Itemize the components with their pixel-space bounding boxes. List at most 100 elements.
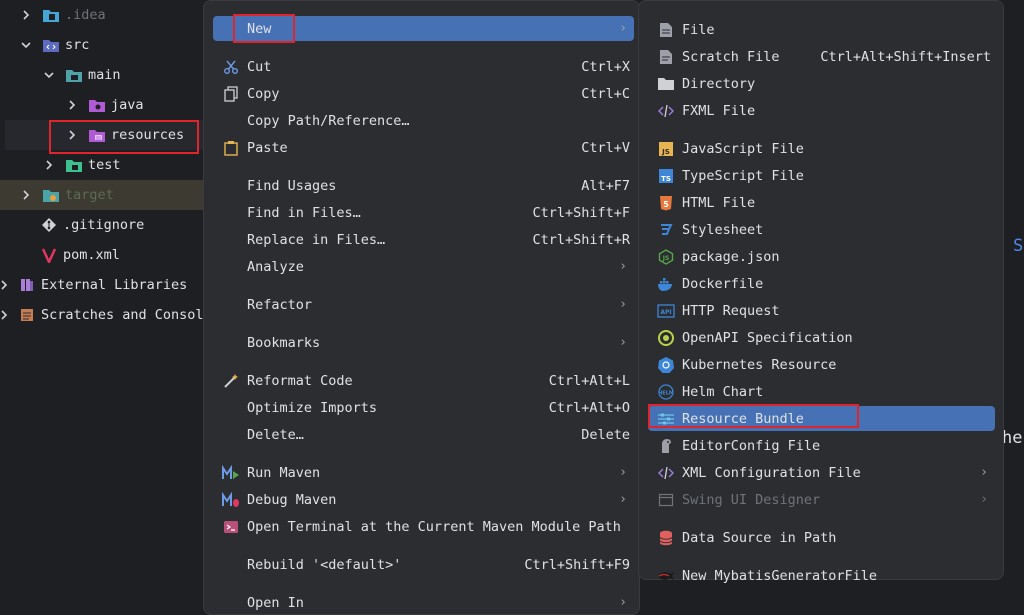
chevron-right-icon: ›: [619, 335, 627, 350]
menu-item-rebuild[interactable]: Rebuild '<default>' Ctrl+Shift+F9: [213, 552, 634, 577]
menu-item-analyze[interactable]: Analyze ›: [213, 254, 634, 279]
chevron-down-icon[interactable]: [18, 37, 34, 53]
chevron-right-icon[interactable]: [41, 157, 57, 173]
submenu-item-data-source[interactable]: Data Source in Path: [648, 525, 995, 550]
menu-item-optimize-imports[interactable]: Optimize Imports Ctrl+Alt+O: [213, 395, 634, 420]
scratches-icon: [18, 307, 36, 323]
menu-item-label: Resource Bundle: [682, 410, 804, 427]
menu-item-label: Open Terminal at the Current Maven Modul…: [247, 518, 621, 535]
submenu-item-mybatis[interactable]: New MybatisGeneratorFile: [648, 563, 995, 588]
submenu-item-stylesheet[interactable]: Stylesheet: [648, 217, 995, 242]
submenu-item-scratch-file[interactable]: Scratch File Ctrl+Alt+Shift+Insert: [648, 44, 995, 69]
folder-module-icon: [65, 67, 83, 83]
menu-item-copy[interactable]: Copy Ctrl+C: [213, 81, 634, 106]
menu-item-label: TypeScript File: [682, 167, 804, 184]
menu-item-new[interactable]: New ›: [213, 16, 634, 41]
tree-item-idea[interactable]: .idea: [0, 0, 205, 30]
openapi-icon: [654, 328, 678, 348]
submenu-item-fxml[interactable]: FXML File: [648, 98, 995, 123]
chevron-right-icon: ›: [619, 595, 627, 610]
chevron-right-icon: ›: [619, 21, 627, 36]
tree-item-label: .idea: [65, 7, 106, 23]
chevron-right-icon[interactable]: [0, 277, 12, 293]
menu-item-label: Directory: [682, 75, 756, 92]
submenu-item-package-json[interactable]: JS package.json: [648, 244, 995, 269]
tree-item-pom[interactable]: pom.xml: [0, 240, 205, 270]
blank-icon: [219, 111, 243, 131]
chevron-right-icon[interactable]: [18, 7, 34, 23]
menu-item-find-in-files[interactable]: Find in Files… Ctrl+Shift+F: [213, 200, 634, 225]
tree-item-label: .gitignore: [63, 217, 145, 233]
svg-text:HELM: HELM: [658, 390, 674, 396]
tree-item-java[interactable]: java: [0, 90, 205, 120]
shortcut-label: Ctrl+C: [581, 85, 630, 102]
blank-icon: [219, 333, 243, 353]
menu-item-copy-path[interactable]: Copy Path/Reference…: [213, 108, 634, 133]
blank-icon: [219, 203, 243, 223]
tree-item-external-libraries[interactable]: External Libraries: [0, 270, 205, 300]
chevron-right-icon[interactable]: [64, 97, 80, 113]
menu-item-reformat[interactable]: Reformat Code Ctrl+Alt+L: [213, 368, 634, 393]
tree-item-test[interactable]: test: [0, 150, 205, 180]
submenu-item-javascript[interactable]: JS JavaScript File: [648, 136, 995, 161]
api-icon: API: [654, 301, 678, 321]
menu-item-label: Copy: [247, 85, 280, 102]
tree-item-src[interactable]: src: [0, 30, 205, 60]
menu-item-label: Analyze: [247, 258, 304, 275]
database-icon: [654, 528, 678, 548]
submenu-item-xml-config[interactable]: XML Configuration File ›: [648, 460, 995, 485]
submenu-item-http-request[interactable]: API HTTP Request: [648, 298, 995, 323]
chevron-down-icon[interactable]: [41, 67, 57, 83]
menu-item-label: HTML File: [682, 194, 756, 211]
menu-item-label: Data Source in Path: [682, 529, 837, 546]
submenu-item-dockerfile[interactable]: Dockerfile: [648, 271, 995, 296]
terminal-icon: [219, 517, 243, 537]
nodejs-icon: JS: [654, 247, 678, 267]
menu-item-label: package.json: [682, 248, 780, 265]
submenu-item-swing-ui-designer[interactable]: Swing UI Designer ›: [648, 487, 995, 512]
menu-item-refactor[interactable]: Refactor ›: [213, 292, 634, 317]
maven-run-icon: [219, 463, 243, 483]
chevron-right-icon[interactable]: [0, 307, 12, 323]
chevron-right-icon[interactable]: [64, 127, 80, 143]
chevron-right-icon[interactable]: [18, 187, 34, 203]
submenu-item-typescript[interactable]: TS TypeScript File: [648, 163, 995, 188]
submenu-item-directory[interactable]: Directory: [648, 71, 995, 96]
submenu-item-resource-bundle[interactable]: Resource Bundle: [648, 406, 995, 431]
submenu-item-kubernetes[interactable]: Kubernetes Resource: [648, 352, 995, 377]
submenu-item-editorconfig[interactable]: EditorConfig File: [648, 433, 995, 458]
folder-idea-icon: [42, 7, 60, 23]
menu-item-open-in[interactable]: Open In ›: [213, 590, 634, 615]
css-icon: [654, 220, 678, 240]
menu-item-label: Run Maven: [247, 464, 321, 481]
project-tree: .idea src main java resources test targe…: [0, 0, 205, 607]
submenu-item-file[interactable]: File: [648, 17, 995, 42]
tree-item-target[interactable]: target: [0, 180, 205, 210]
svg-text:TS: TS: [661, 175, 671, 183]
tree-item-scratches[interactable]: Scratches and Consol: [0, 300, 205, 330]
shortcut-label: Ctrl+Alt+O: [548, 399, 630, 416]
menu-item-cut[interactable]: Cut Ctrl+X: [213, 54, 634, 79]
menu-item-label: Kubernetes Resource: [682, 356, 837, 373]
tree-item-gitignore[interactable]: .gitignore: [0, 210, 205, 240]
submenu-item-helm-chart[interactable]: HELM Helm Chart: [648, 379, 995, 404]
menu-item-delete[interactable]: Delete… Delete: [213, 422, 634, 447]
menu-item-debug-maven[interactable]: Debug Maven ›: [213, 487, 634, 512]
menu-item-label: Helm Chart: [682, 383, 764, 400]
tree-item-main[interactable]: main: [0, 60, 205, 90]
tree-item-resources[interactable]: resources: [5, 120, 205, 150]
submenu-item-openapi[interactable]: OpenAPI Specification: [648, 325, 995, 350]
kubernetes-icon: [654, 355, 678, 375]
shortcut-label: Ctrl+V: [581, 139, 630, 156]
menu-item-label: Replace in Files…: [247, 231, 386, 248]
menu-item-bookmarks[interactable]: Bookmarks ›: [213, 330, 634, 355]
menu-item-open-terminal[interactable]: Open Terminal at the Current Maven Modul…: [213, 514, 634, 539]
mybatis-bird-icon: [654, 566, 678, 586]
folder-src-icon: [42, 37, 60, 53]
submenu-item-html[interactable]: 5 HTML File: [648, 190, 995, 215]
menu-item-replace-in-files[interactable]: Replace in Files… Ctrl+Shift+R: [213, 227, 634, 252]
menu-item-label: Paste: [247, 139, 288, 156]
menu-item-paste[interactable]: Paste Ctrl+V: [213, 135, 634, 160]
menu-item-find-usages[interactable]: Find Usages Alt+F7: [213, 173, 634, 198]
menu-item-run-maven[interactable]: Run Maven ›: [213, 460, 634, 485]
